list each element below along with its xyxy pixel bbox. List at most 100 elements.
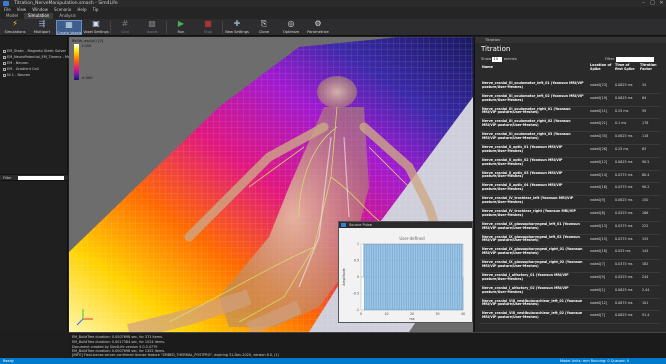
table-row[interactable]: Nerve_cranial_IX_glossopharyngeal_right_… (480, 247, 660, 261)
new-settings-button[interactable]: ✚ New Settings (224, 20, 250, 35)
table-row[interactable]: Nerve_cranial_II_optic_02 (Yoonsun MRI/V… (480, 158, 660, 171)
close-button[interactable]: ✕ (657, 0, 666, 7)
cell-name: Nerve_cranial_IX_glossopharyngeal_right_… (482, 247, 583, 256)
table-row[interactable]: Nerve_cranial_II_optic_03 (Yoonsun MRI/V… (480, 171, 660, 184)
table-row[interactable]: Nerve_cranial_IX_glossopharyngeal_left_0… (480, 235, 660, 248)
cell-factor: 2.44 (642, 287, 650, 292)
table-row[interactable]: Nerve_cranial_III_oculomotor_right_02 (Y… (480, 119, 660, 133)
cell-factor: 101 (642, 300, 649, 305)
checkbox[interactable] (3, 73, 6, 77)
cell-time: 0.1 ms (615, 121, 627, 126)
cell-name: Nerve_cranial_I_olfactory_01 (Yoonsun MR… (482, 273, 569, 281)
voxel-settings-icon: ▣ (92, 19, 100, 28)
create-voxels-button[interactable]: ▦ Create Voxels (56, 20, 82, 35)
column-header-factor[interactable]: Titration Factor (640, 63, 660, 72)
y-tick-label: -0.5 (353, 292, 359, 296)
title-bar: Titration_NerveManipulation.smash - Sim4… (0, 0, 666, 7)
status-bar: Ready Model Units: mm Running: 0 Queued:… (0, 358, 666, 364)
tree-item[interactable]: EM_Static - Magneto Static Solver (3, 49, 66, 53)
cell-location: node0[8] (590, 211, 605, 215)
table-row[interactable]: Nerve_cranial_I_olfactory_01 (Yoonsun MR… (480, 273, 660, 286)
table-row[interactable]: Nerve_cranial_VIII_vestibulocochlear_lef… (480, 311, 660, 325)
ribbon-separator (166, 21, 167, 34)
cell-factor: 63 (642, 147, 647, 151)
voxels-button[interactable]: ▩ Voxels (139, 20, 165, 35)
cell-time: 0.0625 ms (615, 134, 633, 139)
cell-name: Nerve_cranial_II_optic_03 (Yoonsun MRI/V… (482, 170, 563, 179)
cell-time: 0.0625 ms (615, 313, 633, 318)
legend-max: 1.000 (81, 44, 92, 48)
table-row[interactable]: Nerve_cranial_III_oculomotor_right_01 (Y… (480, 107, 660, 120)
app-logo-icon (341, 223, 346, 227)
multiport-button[interactable]: ⇶ Multiport (29, 20, 55, 35)
filter-input[interactable] (18, 176, 64, 180)
cell-name: Nerve_cranial_IV_trochlear_right (Yoonsu… (482, 209, 576, 217)
chart-title: User-defined (399, 236, 425, 241)
cell-factor: 118 (642, 134, 649, 139)
cell-time: 0.025 ms (615, 249, 631, 254)
cell-name: Nerve_cranial_II_optic_01 (Yoonsun MRI/V… (482, 145, 563, 153)
cell-factor: 178 (642, 121, 649, 126)
ribbon-separator (110, 21, 111, 34)
grid-button[interactable]: # Grid (112, 20, 138, 35)
legend-min: -6.000 (81, 76, 93, 80)
tree-item[interactable]: EM - Gradient Coil (3, 67, 39, 71)
stop-button[interactable]: ■ Stop (195, 20, 221, 35)
cell-time: 0.0625 ms (615, 159, 633, 164)
table-row[interactable]: Nerve_cranial_IV_trochlear_left (Yoonsun… (480, 196, 660, 209)
cell-time: 0.25 ms (615, 108, 629, 113)
run-button[interactable]: ▶ Run (168, 20, 194, 35)
maximize-button[interactable]: □ (648, 0, 657, 7)
table-row[interactable]: Nerve_cranial_III_oculomotor_left_01 (Yo… (480, 81, 660, 94)
cell-time: 0.0875 ms (615, 300, 633, 305)
cell-location: node0[9] (590, 275, 605, 279)
column-header-name[interactable]: Name (482, 65, 562, 70)
cell-factor: 80.4 (642, 172, 650, 177)
tree-item[interactable]: EM - Neuron (3, 61, 28, 65)
ribbon-separator (222, 21, 223, 34)
cell-name: Nerve_cranial_III_oculomotor_right_03 (Y… (482, 132, 571, 140)
cell-name: Nerve_cranial_III_oculomotor_left_02 (Yo… (482, 93, 584, 102)
parametrize-button[interactable]: ⚙ Parametrize (305, 20, 331, 35)
optimize-button[interactable]: ◎ Optimize (278, 20, 304, 35)
gear-icon: ⚙ (314, 19, 322, 28)
cell-location: node0[9] (590, 198, 605, 203)
y-tick-label: 1 (357, 242, 359, 246)
column-header-time[interactable]: Time of first Spike (615, 63, 637, 72)
cell-time: 0.0375 ms (615, 185, 633, 190)
entries-select[interactable]: 10 (492, 56, 503, 62)
plus-icon: ✚ (233, 19, 241, 28)
titration-filter-input[interactable] (616, 56, 655, 62)
checkbox[interactable] (3, 55, 6, 59)
cell-location: node0[11] (590, 108, 608, 113)
voxel-settings-button[interactable]: ▣ Voxel Settings (83, 20, 109, 35)
tree-item[interactable]: NI 1 - Neuron (3, 73, 30, 77)
source-pulse-window: Source Pulse 0 10 20 30 40 1 0.5 0 -0.5 -1 User-de… (338, 221, 473, 323)
cell-factor: 34 (642, 83, 647, 87)
table-row[interactable]: Nerve_cranial_II_optic_01 (Yoonsun MRI/V… (480, 145, 660, 158)
table-row[interactable]: Nerve_cranial_VIII_vestibulocochlear_lef… (480, 299, 660, 312)
cell-factor: 144 (642, 249, 649, 254)
simulations-button[interactable]: ⚡ Simulations (2, 20, 28, 35)
table-row[interactable]: Nerve_cranial_II_optic_04 (Yoonsun MRI/V… (480, 183, 660, 197)
table-row[interactable]: Nerve_cranial_IV_trochlear_right (Yoonsu… (480, 209, 660, 222)
legend-title: Re(Ve_exp(z)) [V] (72, 39, 104, 43)
minimize-button[interactable]: – (639, 0, 648, 7)
table-row[interactable]: Nerve_cranial_I_olfactory_02 (Yoonsun MR… (480, 286, 660, 299)
checkbox[interactable] (3, 67, 6, 71)
chart-window-title: Source Pulse (349, 223, 372, 227)
cell-name: Nerve_cranial_IX_glossopharyngeal_left_0… (482, 221, 580, 230)
table-row[interactable]: Nerve_cranial_IX_glossopharyngeal_right_… (480, 260, 660, 273)
checkbox[interactable] (3, 49, 6, 53)
table-row[interactable]: Nerve_cranial_IX_glossopharyngeal_left_0… (480, 222, 660, 235)
window-title: Titration_NerveManipulation.smash - Sim4… (14, 1, 118, 6)
filter-label: Filter (3, 176, 12, 180)
table-row[interactable]: Nerve_cranial_III_oculomotor_left_02 (Yo… (480, 94, 660, 107)
cell-location: node0[14] (590, 172, 608, 177)
column-header-location[interactable]: Location of Spike (590, 63, 614, 72)
cell-name: Nerve_cranial_III_oculomotor_right_02 (Y… (482, 119, 571, 128)
checkbox[interactable] (3, 61, 6, 65)
table-row[interactable]: Nerve_cranial_III_oculomotor_right_03 (Y… (480, 132, 660, 145)
clone-button[interactable]: ⎘ Clone (251, 20, 277, 35)
y-tick-label: -1 (356, 308, 359, 312)
